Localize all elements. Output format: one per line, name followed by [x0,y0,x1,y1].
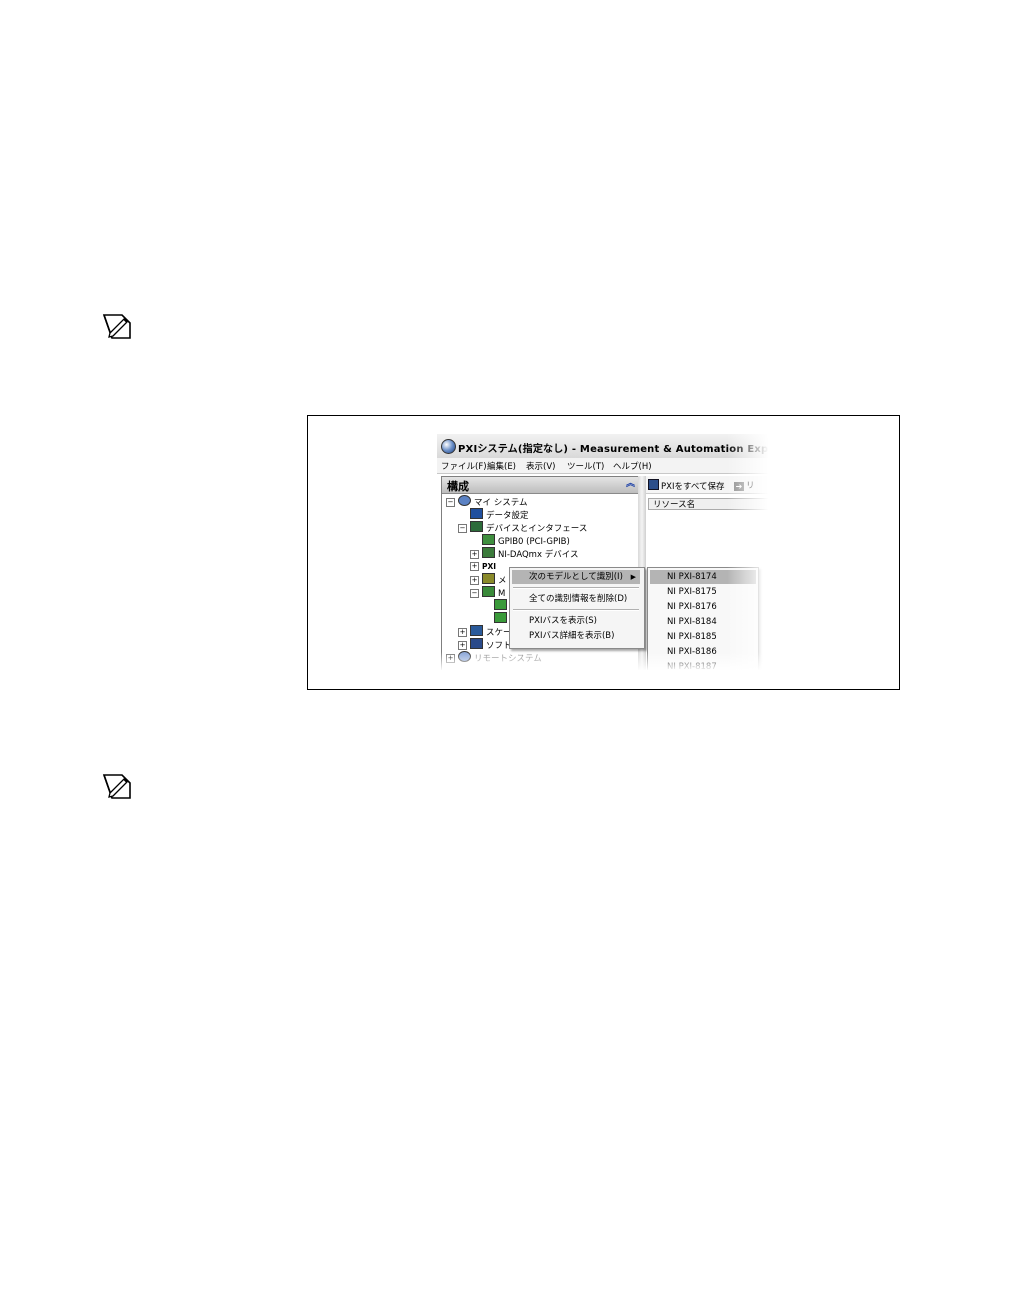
tree-label: NI-DAQmx デバイス [498,550,579,560]
menu-tools[interactable]: ツール(T) [567,460,604,472]
refresh-label: リ [746,481,755,491]
expand-toggle-icon[interactable]: + [446,654,455,663]
submenu-item[interactable]: NI PXI-8175 [650,585,756,599]
daq-folder-icon [482,547,495,558]
expand-toggle-icon[interactable]: + [470,550,479,559]
tree-label: スケー [486,628,512,638]
save-icon [648,479,659,490]
expand-toggle-icon[interactable]: + [458,641,467,650]
menu-help[interactable]: ヘルプ(H) [613,460,652,472]
title-bar[interactable]: PXIシステム(指定なし) - Measurement & Automation… [437,434,773,459]
scales-icon [470,625,483,636]
menu-bar: ファイル(F) 編集(E) 表示(V) ツール(T) ヘルプ(H) [437,458,773,474]
mae-app-icon [441,439,456,454]
tree-label: GPIB0 (PCI-GPIB) [498,537,570,547]
folder-icon [482,586,495,597]
probe-icon [482,573,495,584]
gpib-icon [482,534,495,545]
mae-window: PXIシステム(指定なし) - Measurement & Automation… [437,434,773,670]
context-menu: 次のモデルとして識別(I) ▶ 全ての識別情報を削除(D) PXIバスを表示(S… [509,567,645,649]
menu-show-pxi-bus[interactable]: PXIバスを表示(S) [512,614,640,628]
figure-frame: PXIシステム(指定なし) - Measurement & Automation… [307,415,900,690]
software-icon [470,638,483,649]
tree-label: デバイスとインタフェース [486,524,588,534]
column-header-resource-name[interactable]: リソース名 [648,498,773,510]
resource-toolbar: PXIをすべて保存 ➔ リ [646,476,773,494]
collapse-toggle-icon[interactable]: − [446,498,455,507]
tree-item-data-neighborhood[interactable]: データ設定 [470,508,529,521]
tree-label: リモートシステム [474,654,542,664]
tree-label: PXI [482,562,497,571]
tree-label: メ [498,576,507,586]
expand-toggle-icon[interactable]: + [470,562,479,571]
menu-separator [513,587,639,589]
expand-toggle-icon[interactable]: + [470,576,479,585]
tree-item-child[interactable] [494,612,510,625]
system-icon [458,495,471,506]
menu-separator [513,609,639,611]
menu-file[interactable]: ファイル(F) [441,460,487,472]
submenu-item[interactable]: NI PXI-8184 [650,615,756,629]
menu-show-pxi-bus-details[interactable]: PXIバス詳細を表示(B) [512,629,640,643]
menu-remove-all-identification[interactable]: 全ての識別情報を削除(D) [512,592,640,606]
data-folder-icon [470,508,483,519]
tree-label: データ設定 [486,511,529,521]
save-all-pxi-button[interactable]: PXIをすべて保存 [648,479,725,492]
submenu-arrow-icon: ▶ [630,573,636,581]
tree-item-collapsed[interactable]: − M [470,586,505,599]
tree-item-pxi[interactable]: + PXI [470,560,496,573]
menu-item-label: PXIバスを表示(S) [529,616,597,626]
tree-item-scales[interactable]: + スケー [458,625,512,638]
tree-item-devices-interfaces[interactable]: − デバイスとインタフェース [458,521,587,534]
note-icon [102,314,131,339]
module-icon [494,599,507,610]
tree-item-gpib0[interactable]: GPIB0 (PCI-GPIB) [482,534,570,547]
tree-item-remote-systems[interactable]: + リモートシステム [446,651,542,664]
pane-header: 構成 ︽ [442,477,639,494]
window-title: PXIシステム(指定なし) - Measurement & Automation… [458,444,773,455]
submenu-item[interactable]: NI PXI-8187 [650,660,756,670]
collapse-icon[interactable]: ︽ [625,479,636,490]
menu-identify-as[interactable]: 次のモデルとして識別(I) ▶ [512,570,640,584]
module-icon [494,612,507,623]
note-icon [102,774,131,799]
tree-item-child[interactable] [494,599,510,612]
submenu-item[interactable]: NI PXI-8186 [650,645,756,659]
refresh-arrow-icon: ➔ [734,482,744,491]
pane-title: 構成 [447,480,469,493]
refresh-button[interactable]: ➔ リ [734,479,755,491]
collapse-toggle-icon[interactable]: − [470,589,479,598]
menu-item-label: 全ての識別情報を削除(D) [529,594,628,604]
menu-view[interactable]: 表示(V) [526,460,555,472]
tree-label: マイ システム [474,498,528,508]
remote-systems-icon [458,651,471,662]
tree-item-my-system[interactable]: − マイ システム [446,495,527,508]
menu-edit[interactable]: 編集(E) [487,460,516,472]
menu-item-label: PXIバス詳細を表示(B) [529,631,615,641]
tree-label: M [498,589,506,599]
submenu-item[interactable]: NI PXI-8174 [650,570,756,584]
tree-item-nidaqmx[interactable]: + NI-DAQmx デバイス [470,547,578,560]
devices-folder-icon [470,521,483,532]
menu-item-label: 次のモデルとして識別(I) [529,572,623,582]
submenu-item[interactable]: NI PXI-8176 [650,600,756,614]
save-all-label: PXIをすべて保存 [661,482,725,492]
model-submenu: NI PXI-8174 NI PXI-8175 NI PXI-8176 NI P… [647,567,759,670]
tree-item-m[interactable]: + メ [470,573,507,586]
submenu-item[interactable]: NI PXI-8185 [650,630,756,644]
collapse-toggle-icon[interactable]: − [458,524,467,533]
expand-toggle-icon[interactable]: + [458,628,467,637]
